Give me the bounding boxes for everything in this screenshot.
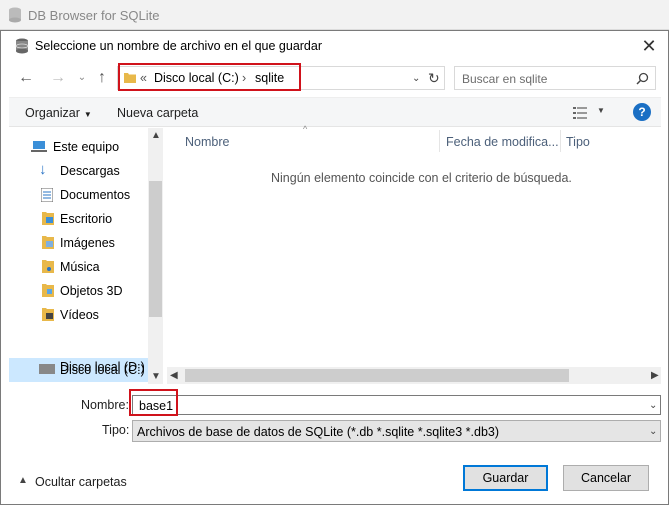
filetype-select[interactable]: Archivos de base de datos de SQLite (*.d…	[132, 420, 661, 442]
close-button[interactable]: ✕	[637, 36, 661, 56]
database-icon	[15, 38, 29, 54]
save-button[interactable]: Guardar	[463, 465, 548, 491]
background-app-titlebar: DB Browser for SQLite	[0, 0, 669, 30]
forward-button[interactable]: →	[47, 67, 69, 89]
navigation-pane: Este equipo ↓ Descargas Documentos Escri…	[9, 128, 162, 384]
documents-icon	[41, 188, 53, 202]
background-app-title: DB Browser for SQLite	[28, 8, 160, 23]
hide-folders-button[interactable]: Ocultar carpetas	[35, 475, 127, 489]
collapse-icon[interactable]: ▲	[18, 475, 28, 486]
nav-item-imagenes[interactable]: Imágenes	[9, 232, 149, 254]
cancel-button[interactable]: Cancelar	[563, 465, 649, 491]
file-list-hscrollbar-thumb[interactable]	[185, 369, 569, 382]
filename-highlight-box	[129, 389, 178, 416]
new-folder-button[interactable]: Nueva carpeta	[117, 106, 198, 120]
scroll-up-icon[interactable]: ▲	[151, 130, 161, 141]
scroll-right-icon[interactable]: ▶	[651, 370, 659, 381]
filename-dropdown-icon[interactable]: ⌄	[649, 400, 657, 411]
save-dialog: Seleccione un nombre de archivo en el qu…	[0, 30, 669, 505]
drive-icon	[39, 364, 55, 370]
address-highlight-box	[118, 63, 301, 91]
scroll-down-icon[interactable]: ▼	[151, 371, 161, 382]
sort-indicator-icon: ^	[303, 124, 308, 134]
objects3d-icon	[42, 284, 54, 297]
filetype-dropdown-icon[interactable]: ⌄	[649, 426, 657, 437]
music-icon	[42, 260, 54, 273]
address-dropdown-icon[interactable]: ⌄	[412, 73, 420, 84]
download-icon: ↓	[39, 161, 47, 178]
toolbar: Organizar ▼ Nueva carpeta ▼ ?	[9, 97, 661, 127]
column-separator[interactable]	[439, 130, 440, 152]
nav-item-disco-d[interactable]: Disco local (D:)	[9, 356, 149, 378]
desktop-icon	[42, 212, 54, 225]
recent-locations-dropdown[interactable]: ⌄	[71, 67, 93, 89]
nav-item-escritorio[interactable]: Escritorio	[9, 208, 149, 230]
refresh-icon[interactable]: ↻	[428, 70, 440, 87]
nav-item-musica[interactable]: Música	[9, 256, 149, 278]
filename-field[interactable]: base1 ⌄	[132, 395, 661, 415]
file-list-header: ^ Nombre Fecha de modifica... Tipo	[169, 124, 661, 154]
nav-item-documentos[interactable]: Documentos	[9, 184, 149, 206]
column-name[interactable]: Nombre	[185, 135, 229, 149]
help-icon[interactable]: ?	[633, 103, 651, 121]
pictures-icon	[42, 236, 54, 249]
filetype-value: Archivos de base de datos de SQLite (*.d…	[137, 425, 500, 439]
view-options-icon[interactable]	[573, 107, 587, 119]
search-input[interactable]: Buscar en sqlite	[454, 66, 656, 90]
column-separator[interactable]	[560, 130, 561, 152]
computer-icon	[31, 141, 47, 152]
scroll-left-icon[interactable]: ◀	[170, 370, 178, 381]
up-button[interactable]: ↑	[91, 67, 113, 89]
videos-icon	[42, 308, 54, 321]
empty-message: Ningún elemento coincide con el criterio…	[271, 171, 572, 185]
search-icon	[636, 72, 649, 85]
filetype-label: Tipo:	[102, 423, 130, 437]
nav-item-objetos-3d[interactable]: Objetos 3D	[9, 280, 149, 302]
nav-item-este-equipo[interactable]: Este equipo	[9, 136, 149, 158]
column-type[interactable]: Tipo	[566, 135, 590, 149]
view-dropdown-icon[interactable]: ▼	[597, 106, 605, 115]
dialog-title: Seleccione un nombre de archivo en el qu…	[35, 39, 322, 53]
nav-item-videos[interactable]: Vídeos	[9, 304, 149, 326]
nav-scrollbar-thumb[interactable]	[149, 181, 162, 317]
filename-label: Nombre:	[81, 398, 129, 412]
search-placeholder: Buscar en sqlite	[462, 72, 548, 86]
nav-item-descargas[interactable]: ↓ Descargas	[9, 160, 149, 182]
back-button[interactable]: ←	[15, 67, 37, 89]
database-icon	[9, 7, 21, 23]
column-date[interactable]: Fecha de modifica...	[446, 135, 559, 149]
organize-button[interactable]: Organizar ▼	[25, 106, 92, 120]
